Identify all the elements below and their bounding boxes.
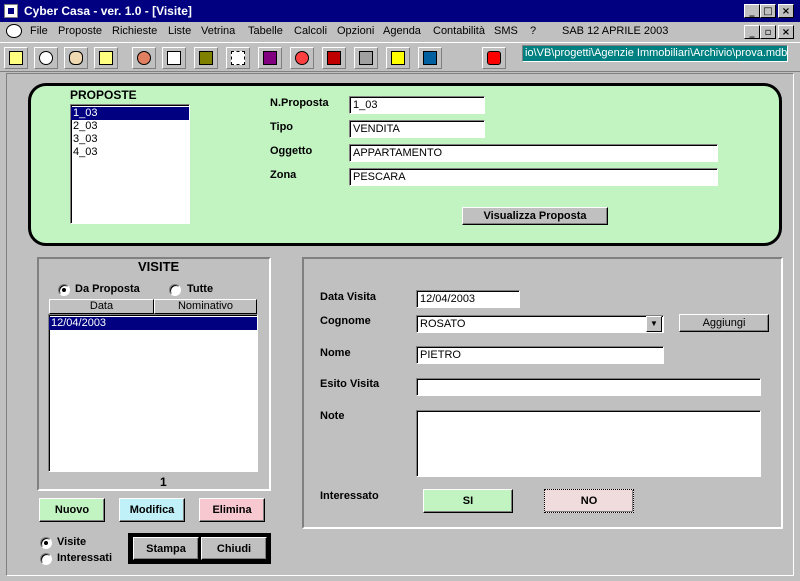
cognome-select[interactable]: ROSATO: [416, 315, 664, 333]
child-minimize-button[interactable]: _: [744, 25, 760, 39]
menu-calcoli[interactable]: Calcoli: [294, 25, 327, 37]
tutte-label: Tutte: [187, 283, 214, 295]
visite-list[interactable]: 12/04/2003: [48, 314, 258, 472]
tipo-field[interactable]: VENDITA: [349, 120, 485, 138]
window-title: Cyber Casa - ver. 1.0 - [Visite]: [24, 4, 192, 18]
oggetto-label: Oggetto: [270, 145, 313, 157]
chevron-down-icon[interactable]: ▼: [646, 316, 662, 332]
book-icon[interactable]: [322, 47, 346, 69]
column-header-data[interactable]: Data: [49, 299, 154, 314]
menu-liste[interactable]: Liste: [168, 25, 191, 37]
menu-tabelle[interactable]: Tabelle: [248, 25, 283, 37]
proposte-title: PROPOSTE: [70, 88, 137, 102]
table-row[interactable]: 12/04/2003: [49, 317, 257, 330]
modifica-button[interactable]: Modifica: [119, 498, 185, 522]
list-item[interactable]: 1_03: [71, 107, 189, 120]
child-close-button[interactable]: ×: [778, 25, 794, 39]
monitor-icon[interactable]: [194, 47, 218, 69]
notepad-icon[interactable]: [4, 47, 28, 69]
title-bar: Cyber Casa - ver. 1.0 - [Visite] _ □ ×: [0, 0, 800, 22]
list-item[interactable]: 4_03: [71, 146, 189, 159]
list-item[interactable]: 2_03: [71, 120, 189, 133]
note-icon[interactable]: [386, 47, 410, 69]
visite-radio[interactable]: [40, 537, 52, 549]
ear-icon[interactable]: [64, 47, 88, 69]
note-label: Note: [320, 410, 345, 422]
grid-icon[interactable]: [226, 47, 250, 69]
calculator-icon[interactable]: [354, 47, 378, 69]
visite-title: VISITE: [138, 259, 180, 274]
maximize-button[interactable]: □: [760, 4, 776, 18]
n-proposta-label: N.Proposta: [270, 97, 329, 109]
n-proposta-field[interactable]: 1_03: [349, 96, 485, 114]
da-proposta-radio[interactable]: [58, 284, 70, 296]
document-icon[interactable]: [162, 47, 186, 69]
menu-file[interactable]: File: [30, 25, 48, 37]
cognome-label: Cognome: [320, 315, 371, 327]
proposte-list[interactable]: 1_03 2_03 3_03 4_03: [70, 104, 190, 224]
eye-icon[interactable]: [34, 47, 58, 69]
no-button[interactable]: NO: [544, 489, 634, 513]
zona-field[interactable]: PESCARA: [349, 168, 718, 186]
stampa-button[interactable]: Stampa: [133, 537, 199, 560]
column-header-nominativo[interactable]: Nominativo: [154, 299, 257, 314]
da-proposta-label: Da Proposta: [75, 283, 140, 295]
nome-field[interactable]: PIETRO: [416, 346, 664, 364]
interessati-radio-label: Interessati: [57, 552, 113, 564]
data-visita-label: Data Visita: [320, 291, 377, 303]
interessato-label: Interessato: [320, 490, 379, 502]
elimina-button[interactable]: Elimina: [199, 498, 265, 522]
oggetto-field[interactable]: APPARTAMENTO: [349, 144, 718, 162]
app-icon[interactable]: [4, 4, 18, 18]
menu-sms[interactable]: SMS: [494, 25, 518, 37]
note-field[interactable]: [416, 410, 761, 477]
data-visita-field[interactable]: 12/04/2003: [416, 290, 520, 308]
tipo-label: Tipo: [270, 121, 294, 133]
menu-agenda[interactable]: Agenda: [383, 25, 421, 37]
lock-icon[interactable]: [482, 47, 506, 69]
child-restore-button[interactable]: ▫: [760, 25, 776, 39]
menu-date: SAB 12 APRILE 2003: [562, 25, 669, 37]
chiudi-button[interactable]: Chiudi: [201, 537, 267, 560]
menu-vetrina[interactable]: Vetrina: [201, 25, 235, 37]
aggiungi-button[interactable]: Aggiungi: [679, 314, 769, 332]
menu-opzioni[interactable]: Opzioni: [337, 25, 374, 37]
nuovo-button[interactable]: Nuovo: [39, 498, 105, 522]
menu-richieste[interactable]: Richieste: [112, 25, 157, 37]
database-path: io\VB\progetti\Agenzie Immobiliari\Archi…: [522, 45, 788, 62]
visualizza-proposta-button[interactable]: Visualizza Proposta: [462, 207, 608, 225]
menu-help[interactable]: ?: [530, 25, 536, 37]
building-icon[interactable]: [418, 47, 442, 69]
close-button[interactable]: ×: [778, 4, 794, 18]
visite-count: 1: [160, 475, 167, 489]
person-icon[interactable]: [132, 47, 156, 69]
interessati-radio[interactable]: [40, 553, 52, 565]
chart-icon[interactable]: [258, 47, 282, 69]
menu-proposte[interactable]: Proposte: [58, 25, 102, 37]
visite-radio-label: Visite: [57, 536, 87, 548]
minimize-button[interactable]: _: [744, 4, 760, 18]
menu-contabilita[interactable]: Contabilità: [433, 25, 485, 37]
card-icon[interactable]: [94, 47, 118, 69]
nome-label: Nome: [320, 347, 351, 359]
eye-icon[interactable]: [6, 24, 22, 38]
si-button[interactable]: SI: [423, 489, 513, 513]
esito-label: Esito Visita: [320, 378, 380, 390]
pie-icon[interactable]: [290, 47, 314, 69]
esito-field[interactable]: [416, 378, 761, 396]
tutte-radio[interactable]: [169, 284, 181, 296]
menu-bar: File Proposte Richieste Liste Vetrina Ta…: [0, 22, 800, 41]
zona-label: Zona: [270, 169, 297, 181]
list-item[interactable]: 3_03: [71, 133, 189, 146]
